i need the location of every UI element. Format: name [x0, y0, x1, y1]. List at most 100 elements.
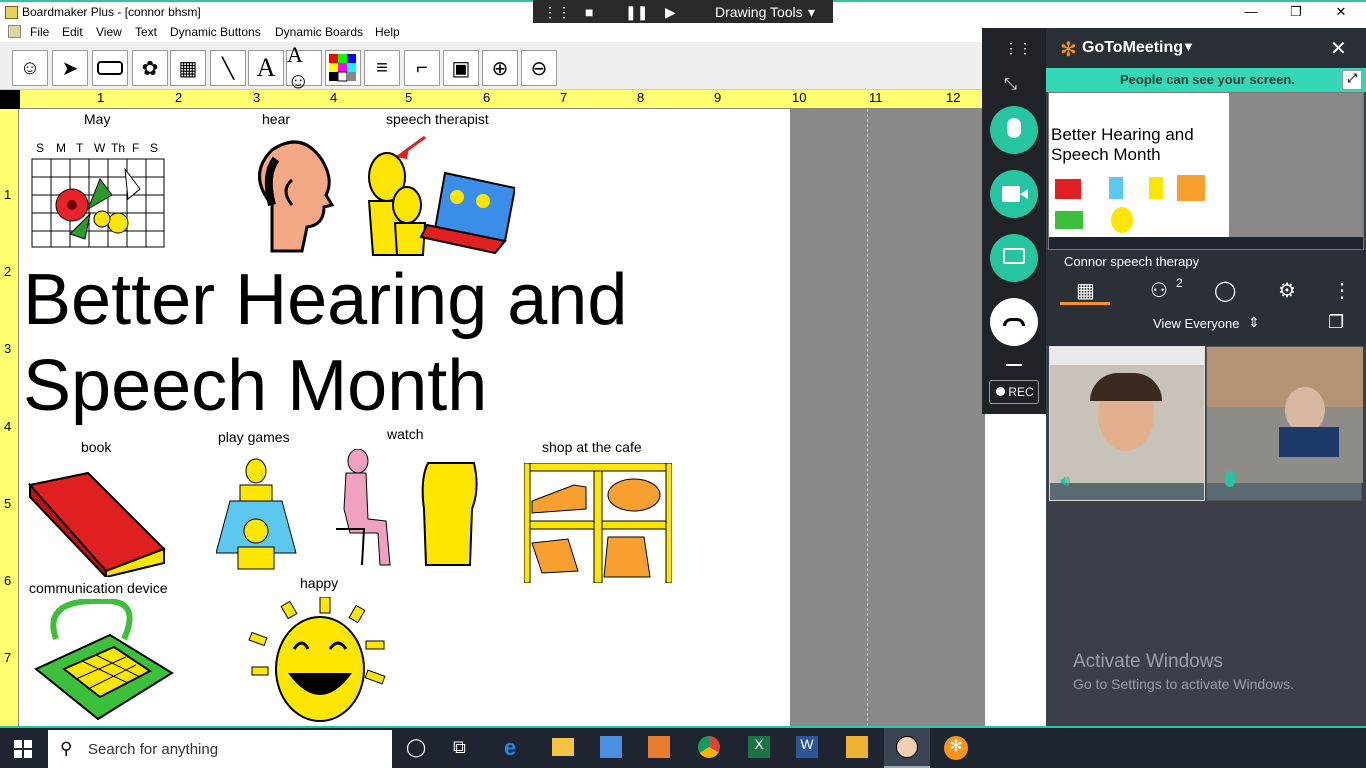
calendar-flower-icon[interactable]: [30, 139, 166, 249]
play-games-icon[interactable]: [216, 457, 298, 573]
chevron-down-icon[interactable]: ▾: [808, 4, 815, 21]
watch-tv-icon[interactable]: [334, 449, 482, 569]
pointer-tool-button[interactable]: ➤: [52, 50, 88, 86]
grip-icon[interactable]: ⋮⋮: [543, 4, 571, 21]
minimize-icon[interactable]: [1006, 364, 1022, 366]
boardmaker-taskbar-button[interactable]: [884, 728, 930, 768]
menu-dynamic-buttons[interactable]: Dynamic Buttons: [170, 25, 261, 39]
button-grid-tool-button[interactable]: ▦: [170, 50, 206, 86]
menu-help[interactable]: Help: [375, 25, 400, 39]
chevron-updown-icon[interactable]: ⇕: [1248, 314, 1260, 331]
chevron-down-icon[interactable]: ▼: [1182, 39, 1195, 54]
collapse-icon[interactable]: ⤡: [1004, 76, 1017, 94]
expand-icon[interactable]: ⤢: [1342, 70, 1362, 90]
present-icon[interactable]: ▶: [665, 4, 676, 21]
view-mode-dropdown[interactable]: View Everyone: [1153, 316, 1239, 331]
corner-tool-button[interactable]: ⌐: [404, 50, 440, 86]
calendar-day: M: [56, 141, 66, 155]
menu-view[interactable]: View: [96, 25, 122, 39]
preview-title-line2: Speech Month: [1051, 145, 1161, 164]
attendees-icon[interactable]: ⚇: [1150, 278, 1168, 303]
outlook-icon[interactable]: [846, 736, 868, 758]
record-button[interactable]: REC: [989, 380, 1039, 404]
stop-icon[interactable]: ■: [585, 4, 593, 20]
more-options-icon[interactable]: ⋮: [1332, 278, 1352, 303]
screen-share-icon: [1003, 248, 1025, 264]
menu-edit[interactable]: Edit: [62, 25, 83, 39]
shop-cafe-icon[interactable]: [524, 463, 672, 583]
window-title: Boardmaker Plus - [connor bhsm]: [22, 5, 201, 19]
rectangle-tool-button[interactable]: [92, 50, 128, 86]
record-dot-icon: [996, 387, 1005, 396]
freeform-tool-button[interactable]: ✿: [132, 50, 168, 86]
screen-share-button[interactable]: [990, 234, 1038, 282]
gotomeeting-taskbar-icon[interactable]: ✻: [944, 736, 968, 760]
menu-dynamic-boards[interactable]: Dynamic Boards: [275, 25, 363, 39]
activate-windows-title: Activate Windows: [1073, 651, 1223, 672]
calendar-day: W: [94, 141, 106, 155]
record-label: REC: [1008, 385, 1034, 399]
ruler-tick-label: 1: [4, 187, 12, 202]
border-tool-button[interactable]: ▣: [443, 50, 479, 86]
chrome-icon[interactable]: [698, 736, 720, 758]
communication-device-icon[interactable]: [32, 599, 176, 721]
speech-therapist-icon[interactable]: [365, 133, 515, 257]
microphone-icon: [1225, 471, 1235, 487]
menu-text[interactable]: Text: [135, 25, 157, 39]
activate-windows-subtitle: Go to Settings to activate Windows.: [1073, 676, 1294, 692]
store-icon[interactable]: [600, 736, 622, 758]
popout-icon[interactable]: ❐: [1328, 312, 1344, 333]
calendar-day: F: [132, 141, 140, 155]
symbol-text-tool-button[interactable]: A☺: [286, 42, 322, 93]
media-player-icon[interactable]: [648, 736, 670, 758]
symbol-label-shop: shop at the cafe: [542, 439, 642, 455]
video-tile-therapist[interactable]: 🔊︎: [1049, 346, 1205, 501]
camera-button[interactable]: [990, 170, 1038, 218]
ruler-tick-label: 7: [560, 90, 568, 105]
minimize-button[interactable]: —: [1240, 4, 1262, 19]
close-button[interactable]: ✕: [1330, 4, 1352, 20]
excel-icon[interactable]: X: [748, 736, 770, 758]
shared-screen-preview[interactable]: Better Hearing and Speech Month: [1048, 92, 1364, 250]
menu-file[interactable]: File: [30, 25, 49, 39]
ear-head-icon[interactable]: [242, 135, 334, 253]
maximize-button[interactable]: ❐: [1285, 4, 1307, 20]
close-panel-icon[interactable]: ✕: [1330, 36, 1347, 61]
end-call-button[interactable]: [990, 298, 1038, 346]
text-tool-button[interactable]: A: [248, 50, 284, 86]
microphone-button[interactable]: [990, 106, 1038, 154]
board-canvas[interactable]: May S M T W Th F S hear speech therapist: [20, 109, 790, 726]
calendar-day: Th: [111, 141, 126, 155]
file-explorer-icon[interactable]: [552, 738, 574, 756]
windows-start-icon[interactable]: [14, 740, 32, 758]
book-icon[interactable]: [28, 471, 168, 577]
settings-icon[interactable]: ⚙: [1278, 278, 1296, 303]
symbol-label-watch: watch: [387, 426, 424, 442]
line-tool-button[interactable]: ╲: [210, 50, 246, 86]
goto-meeting-panel: ✻ GoToMeeting ▼ ✕ People can see your sc…: [1046, 28, 1366, 726]
video-tile-student[interactable]: [1206, 346, 1363, 501]
edge-icon[interactable]: e: [504, 735, 516, 761]
taskbar: ⚲ Search for anything ◯ ⧉ e X W ✻: [0, 726, 1366, 770]
ruler-tick-label: 7: [4, 650, 12, 665]
happy-face-icon[interactable]: [248, 597, 392, 723]
chat-icon[interactable]: ◯: [1214, 278, 1236, 303]
zoom-in-button[interactable]: ⊕: [482, 50, 518, 86]
preview-book-thumb: [1055, 179, 1081, 199]
face-tool-button[interactable]: ☺: [12, 50, 48, 86]
grip-icon[interactable]: ⋮⋮: [1004, 40, 1032, 57]
hang-up-icon: [1003, 318, 1025, 326]
off-page-area: [790, 109, 985, 726]
word-icon[interactable]: W: [796, 736, 818, 758]
zoom-out-button[interactable]: ⊖: [521, 50, 557, 86]
task-view-icon[interactable]: ⧉: [453, 737, 466, 758]
cortana-icon[interactable]: ◯: [406, 737, 426, 758]
pause-icon[interactable]: ❚❚: [625, 4, 648, 21]
preview-tv-thumb: [1149, 177, 1163, 199]
taskbar-search-box[interactable]: ⚲ Search for anything: [48, 730, 392, 770]
color-tool-button[interactable]: [325, 50, 361, 86]
line-thickness-tool-button[interactable]: ≡: [364, 50, 400, 86]
calendar-day: S: [150, 141, 159, 155]
grid-view-icon[interactable]: ▦: [1076, 278, 1095, 303]
drawing-tools-dropdown[interactable]: Drawing Tools: [715, 4, 803, 20]
